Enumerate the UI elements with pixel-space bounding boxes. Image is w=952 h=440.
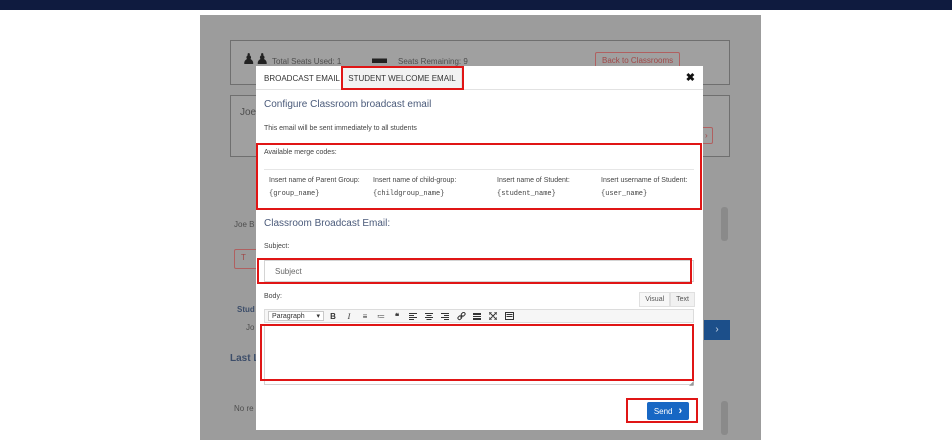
broadcast-email-modal: BROADCAST EMAIL STUDENT WELCOME EMAIL ✖ … xyxy=(256,66,703,430)
merge-code-label: Insert name of Parent Group: xyxy=(269,177,360,184)
student-name-short: Joe xyxy=(240,107,257,118)
student-name-text: Joe B xyxy=(234,220,255,229)
toolbar-toggle-icon[interactable] xyxy=(502,310,516,322)
blockquote-icon[interactable]: ❝ xyxy=(390,310,404,322)
send-button[interactable]: Send › xyxy=(647,402,689,420)
subject-label: Subject: xyxy=(264,243,290,250)
tab-text[interactable]: Text xyxy=(670,292,695,307)
merge-code-childgroup: Insert name of child-group: {childgroup_n… xyxy=(373,174,488,201)
student-section-label: Stud xyxy=(237,305,255,314)
italic-icon[interactable]: I xyxy=(342,310,356,322)
merge-code-value: {group_name} xyxy=(269,190,320,198)
align-right-icon[interactable] xyxy=(438,310,452,322)
merge-code-username: Insert username of Student: {user_name} xyxy=(601,174,691,201)
scrollbar-lower[interactable] xyxy=(721,401,728,435)
info-text: This email will be sent immediately to a… xyxy=(264,125,417,132)
horizontal-line-icon[interactable] xyxy=(470,310,484,322)
send-button-label: Send xyxy=(653,406,673,416)
top-navbar xyxy=(0,0,952,10)
align-left-icon[interactable] xyxy=(406,310,420,322)
editor-toolbar: Paragraph ▾ B I ≡ ≔ ❝ xyxy=(264,309,694,323)
fullscreen-icon[interactable] xyxy=(486,310,500,322)
bold-icon[interactable]: B xyxy=(326,310,340,322)
editor-mode-tabs: Visual Text xyxy=(639,292,695,307)
student-row-text: Jo xyxy=(246,323,255,332)
divider xyxy=(264,169,694,170)
paragraph-format-select[interactable]: Paragraph ▾ xyxy=(268,311,324,321)
body-label: Body: xyxy=(264,293,282,300)
modal-tabs: BROADCAST EMAIL STUDENT WELCOME EMAIL ✖ xyxy=(256,66,703,90)
close-icon[interactable]: ✖ xyxy=(686,71,695,84)
merge-code-value: {childgroup_name} xyxy=(373,190,445,198)
chevron-down-icon: ▾ xyxy=(316,313,320,320)
tab-broadcast-email[interactable]: BROADCAST EMAIL xyxy=(264,66,340,90)
format-select-value: Paragraph xyxy=(272,312,305,320)
merge-code-label: Insert name of Student: xyxy=(497,177,570,184)
modal-title: Configure Classroom broadcast email xyxy=(264,99,432,110)
merge-code-label: Insert name of child-group: xyxy=(373,177,457,184)
link-icon[interactable] xyxy=(454,310,468,322)
section-title: Classroom Broadcast Email: xyxy=(264,218,391,229)
merge-code-label: Insert username of Student: xyxy=(601,177,688,184)
merge-code-group: Insert name of Parent Group: {group_name} xyxy=(269,174,364,201)
body-editor[interactable] xyxy=(264,325,694,385)
bullet-list-icon[interactable]: ≡ xyxy=(358,310,372,322)
no-records-text: No re xyxy=(234,404,254,413)
merge-codes-heading: Available merge codes: xyxy=(264,149,337,156)
merge-code-student: Insert name of Student: {student_name} xyxy=(497,174,592,201)
seats-remaining-text: Seats Remaining: 9 xyxy=(398,57,468,66)
merge-code-value: {student_name} xyxy=(497,190,556,198)
hat-icon: ▬ xyxy=(372,50,387,67)
background-next-button[interactable]: › xyxy=(704,320,730,340)
merge-code-value: {user_name} xyxy=(601,190,648,198)
tab-student-welcome-email[interactable]: STUDENT WELCOME EMAIL xyxy=(342,66,462,90)
users-icon: ♟♟ xyxy=(242,51,269,68)
tab-visual[interactable]: Visual xyxy=(639,292,671,307)
chevron-right-icon: › xyxy=(678,405,683,417)
align-center-icon[interactable] xyxy=(422,310,436,322)
numbered-list-icon[interactable]: ≔ xyxy=(374,310,388,322)
resize-handle-icon[interactable]: ◢ xyxy=(689,380,694,387)
subject-input[interactable] xyxy=(264,260,694,282)
scrollbar[interactable] xyxy=(721,207,728,241)
total-seats-text: Total Seats Used: 1 xyxy=(272,57,342,66)
